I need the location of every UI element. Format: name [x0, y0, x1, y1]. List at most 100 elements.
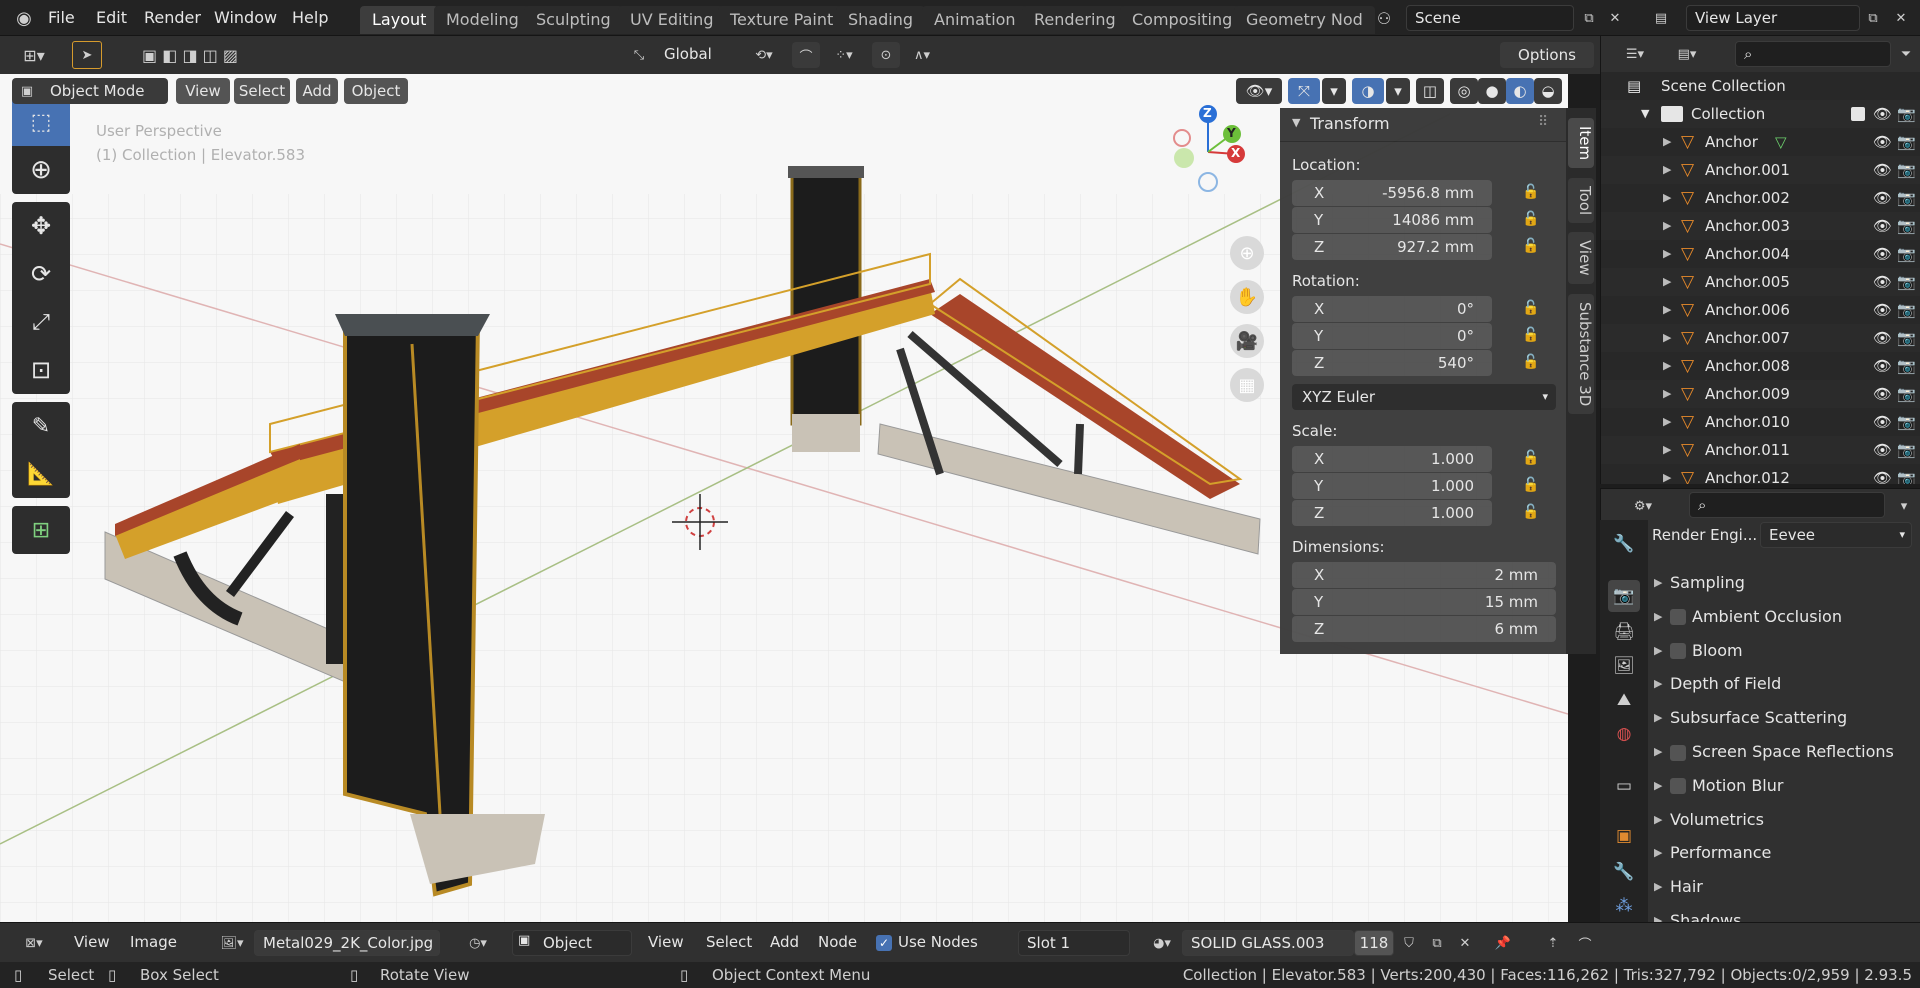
expand-arrow-icon[interactable]: ▶	[1663, 464, 1671, 484]
solid-shading-icon[interactable]: ●	[1478, 78, 1506, 104]
options-dropdown[interactable]: Options	[1500, 42, 1594, 68]
expand-arrow-icon[interactable]: ▶	[1663, 156, 1671, 184]
eye-icon[interactable]: 👁	[1873, 184, 1892, 212]
parent-node-tree-icon[interactable]: ⇡	[1540, 930, 1566, 956]
eye-icon[interactable]: 👁	[1873, 324, 1892, 352]
render-panel-row[interactable]: ▶ Sampling	[1650, 568, 1916, 598]
outliner-item[interactable]: ▶ ▽ Anchor.001 👁 📷	[1601, 156, 1920, 184]
overlay-toggle-icon[interactable]: ◑	[1352, 78, 1384, 104]
tool-settings-icon[interactable]: 🔧	[1608, 528, 1640, 560]
snap-toggle-icon[interactable]: ⌒	[792, 42, 820, 68]
annotate-tool[interactable]: ✎	[12, 402, 70, 450]
node-menu-node[interactable]: Node	[818, 933, 857, 951]
location-x-field[interactable]: X -5956.8 mm	[1292, 180, 1492, 206]
location-y-field[interactable]: Y 14086 mm	[1292, 207, 1492, 233]
panel-enable-checkbox[interactable]	[1670, 778, 1686, 795]
tab-tool[interactable]: Tool	[1568, 178, 1594, 224]
drag-handle-icon[interactable]: ⠿	[1538, 114, 1548, 130]
move-tool[interactable]: ✥	[12, 202, 70, 250]
eye-icon[interactable]: 👁	[1873, 352, 1892, 380]
render-panel-row[interactable]: ▶ Motion Blur	[1650, 771, 1916, 801]
orientation-dropdown[interactable]: Global	[656, 42, 734, 68]
fake-user-icon[interactable]: ⛉	[1396, 930, 1422, 956]
transform-panel-header[interactable]: ▼ Transform ⠿	[1280, 108, 1566, 142]
render-panel-row[interactable]: ▶ Screen Space Reflections	[1650, 737, 1916, 767]
collection-props-icon[interactable]: ▭	[1608, 770, 1640, 802]
expand-arrow-icon[interactable]: ▶	[1663, 212, 1671, 240]
menu-edit[interactable]: Edit	[88, 6, 135, 30]
expand-arrow-icon[interactable]: ▶	[1663, 240, 1671, 268]
render-panel-row[interactable]: ▶ Performance	[1650, 838, 1916, 868]
outliner-item[interactable]: ▶ ▽ Anchor.006 👁 📷	[1601, 296, 1920, 324]
transform-tool[interactable]: ⊡	[12, 346, 70, 394]
expand-arrow-icon[interactable]: ▶	[1663, 436, 1671, 464]
eye-icon[interactable]: 👁	[1873, 408, 1892, 436]
render-panel-row[interactable]: ▶ Hair	[1650, 872, 1916, 902]
expand-arrow-icon[interactable]: ▶	[1663, 380, 1671, 408]
camera-icon[interactable]: 📷	[1897, 268, 1916, 296]
render-panel-row[interactable]: ▶ Bloom	[1650, 636, 1916, 666]
camera-icon[interactable]: 📷	[1897, 128, 1916, 156]
tab-geometry-nodes[interactable]: Geometry Nod	[1234, 6, 1375, 34]
eye-icon[interactable]: 👁	[1873, 464, 1892, 484]
measure-tool[interactable]: 📐	[12, 450, 70, 498]
lock-icon[interactable]: 🔓	[1522, 300, 1542, 318]
image-browse-icon[interactable]: 🖼▾	[210, 930, 254, 956]
viewport-menu-view[interactable]: View	[176, 78, 230, 104]
new-scene-icon[interactable]: ⧉	[1578, 6, 1600, 30]
viewport-menu-object[interactable]: Object	[344, 78, 408, 104]
tab-item[interactable]: Item	[1568, 118, 1594, 169]
properties-search-input[interactable]: ⌕	[1689, 492, 1885, 518]
tab-layout[interactable]: Layout	[360, 6, 439, 34]
node-menu-view[interactable]: View	[648, 933, 684, 951]
tab-uv-editing[interactable]: UV Editing	[618, 6, 726, 34]
panel-enable-checkbox[interactable]	[1670, 744, 1686, 761]
scale-z-field[interactable]: Z 1.000	[1292, 500, 1492, 526]
camera-icon[interactable]: 📷	[1897, 324, 1916, 352]
pan-hand-icon[interactable]: ✋	[1230, 280, 1264, 314]
camera-icon[interactable]: 📷	[1897, 184, 1916, 212]
outliner-item[interactable]: ▶ ▽ Anchor.003 👁 📷	[1601, 212, 1920, 240]
panel-enable-checkbox[interactable]	[1670, 609, 1686, 626]
camera-icon[interactable]: 📷	[1897, 464, 1916, 484]
output-props-icon[interactable]: 🖨	[1608, 616, 1640, 648]
eye-icon[interactable]: 👁	[1873, 212, 1892, 240]
lock-icon[interactable]: 🔓	[1522, 354, 1542, 372]
lock-icon[interactable]: 🔓	[1522, 327, 1542, 345]
node-menu-add[interactable]: Add	[770, 933, 799, 951]
world-props-icon[interactable]: ◍	[1608, 718, 1640, 750]
material-name-field[interactable]: SOLID GLASS.003	[1182, 930, 1354, 956]
select-tool-icon[interactable]: ➤	[72, 41, 102, 69]
viewport-menu-add[interactable]: Add	[296, 78, 338, 104]
add-cube-tool[interactable]: ⊞	[12, 506, 70, 554]
eye-icon[interactable]: 👁	[1873, 240, 1892, 268]
lock-icon[interactable]: 🔓	[1522, 238, 1542, 256]
image-name-field[interactable]: Metal029_2K_Color.jpg	[254, 930, 440, 956]
outliner-item[interactable]: ▶ ▽ Anchor.004 👁 📷	[1601, 240, 1920, 268]
properties-editor-icon[interactable]: ⚙▾	[1621, 493, 1665, 519]
eye-icon[interactable]: 👁	[1873, 128, 1892, 156]
lock-icon[interactable]: 🔓	[1522, 184, 1542, 202]
rendered-shading-icon[interactable]: ◒	[1534, 78, 1562, 104]
viewport-menu-select[interactable]: Select	[234, 78, 290, 104]
scene-field[interactable]: Scene	[1406, 5, 1574, 31]
eye-icon[interactable]: 👁	[1873, 436, 1892, 464]
dimensions-z-field[interactable]: Z 6 mm	[1292, 616, 1556, 642]
lock-icon[interactable]: 🔓	[1522, 504, 1542, 522]
material-users-count[interactable]: 118	[1354, 930, 1394, 956]
pivot-point-icon[interactable]: ⟲▾	[742, 42, 786, 68]
selection-mode-icons[interactable]: ▣ ◧ ◨ ◫ ▨	[124, 41, 256, 69]
expand-arrow-icon[interactable]: ▶	[1663, 408, 1671, 436]
xray-toggle-icon[interactable]: ◫	[1416, 78, 1444, 104]
eye-icon[interactable]: 👁	[1873, 296, 1892, 324]
particles-props-icon[interactable]: ⁂	[1608, 890, 1640, 922]
object-props-icon[interactable]: ▣	[1608, 820, 1640, 852]
view-layer-field[interactable]: View Layer	[1686, 5, 1860, 31]
tab-substance-3d[interactable]: Substance 3D	[1568, 294, 1594, 415]
use-nodes-checkbox[interactable]: ✓	[876, 935, 892, 951]
scene-icon[interactable]: ⚇	[1366, 6, 1402, 30]
visibility-icon[interactable]: 👁▾	[1236, 78, 1282, 104]
outliner-item[interactable]: ▶ ▽ Anchor.010 👁 📷	[1601, 408, 1920, 436]
cursor-tool[interactable]: ⊕	[12, 146, 70, 194]
panel-enable-checkbox[interactable]	[1670, 643, 1686, 660]
